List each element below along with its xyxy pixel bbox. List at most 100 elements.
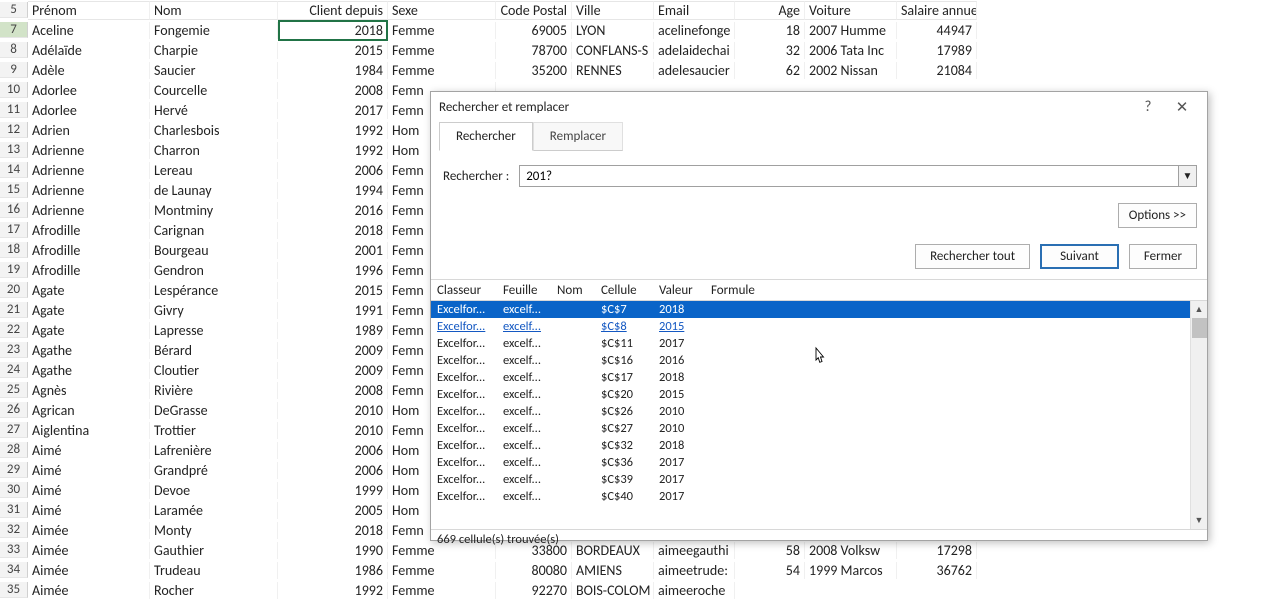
cell[interactable]: Hervé: [150, 102, 278, 119]
find-next-button[interactable]: Suivant: [1040, 244, 1119, 269]
cell[interactable]: Adrienne: [28, 162, 150, 179]
cell[interactable]: 69005: [496, 22, 572, 39]
cell[interactable]: Aiglentina: [28, 422, 150, 439]
row-header[interactable]: 12: [0, 122, 28, 138]
cell[interactable]: 1999 Marcos: [805, 562, 897, 579]
cell[interactable]: 2001: [278, 242, 388, 259]
column-header[interactable]: Salaire annuel: [897, 1, 977, 20]
cell[interactable]: Agate: [28, 302, 150, 319]
results-list[interactable]: Excelfor...excelf...$C$72018Excelfor...e…: [431, 301, 1207, 529]
cell[interactable]: Monty: [150, 522, 278, 539]
row-header[interactable]: 14: [0, 162, 28, 178]
cell[interactable]: Bérard: [150, 342, 278, 359]
cell[interactable]: 1996: [278, 262, 388, 279]
row-header[interactable]: 16: [0, 202, 28, 218]
cell[interactable]: Aimée: [28, 562, 150, 579]
cell[interactable]: 2006: [278, 442, 388, 459]
cell[interactable]: 92270: [496, 582, 572, 599]
cell[interactable]: 18: [735, 22, 805, 39]
cell[interactable]: Afrodille: [28, 222, 150, 239]
cell[interactable]: 2007 Humme: [805, 22, 897, 39]
cell[interactable]: 2006: [278, 162, 388, 179]
result-row[interactable]: Excelfor...excelf...$C$262010: [431, 403, 1207, 420]
cell[interactable]: Aceline: [28, 22, 150, 39]
cell[interactable]: 2015: [278, 42, 388, 59]
cell[interactable]: 2002 Nissan: [805, 62, 897, 79]
cell[interactable]: 35200: [496, 62, 572, 79]
col-feuille[interactable]: Feuille: [497, 283, 551, 298]
cell[interactable]: 2017: [278, 102, 388, 119]
cell[interactable]: 2018: [278, 222, 388, 239]
scroll-down-icon[interactable]: ▼: [1191, 512, 1207, 529]
row-header[interactable]: 17: [0, 222, 28, 238]
row-header[interactable]: 32: [0, 522, 28, 538]
cell[interactable]: Femme: [388, 582, 496, 599]
result-row[interactable]: Excelfor...excelf...$C$362017: [431, 454, 1207, 471]
tab-search[interactable]: Rechercher: [439, 122, 533, 151]
col-formule[interactable]: Formule: [705, 283, 775, 298]
cell[interactable]: Rocher: [150, 582, 278, 599]
cell[interactable]: 32: [735, 42, 805, 59]
cell[interactable]: BOIS-COLOM: [572, 582, 654, 599]
row-header[interactable]: 18: [0, 242, 28, 258]
cell[interactable]: Courcelle: [150, 82, 278, 99]
cell[interactable]: Carignan: [150, 222, 278, 239]
row-header[interactable]: 24: [0, 362, 28, 378]
column-header[interactable]: Nom: [150, 1, 278, 20]
cell[interactable]: adelaidechai: [654, 42, 735, 59]
cell[interactable]: 44947: [897, 22, 977, 39]
column-header[interactable]: Prénom: [28, 1, 150, 20]
row-header[interactable]: 23: [0, 342, 28, 358]
column-header[interactable]: Code Postal: [496, 1, 572, 20]
cell[interactable]: Lespérance: [150, 282, 278, 299]
row-header[interactable]: 27: [0, 422, 28, 438]
row-header[interactable]: 31: [0, 502, 28, 518]
column-header[interactable]: Voiture: [805, 1, 897, 20]
result-row[interactable]: Excelfor...excelf...$C$322018: [431, 437, 1207, 454]
cell[interactable]: Aimé: [28, 502, 150, 519]
col-nom[interactable]: Nom: [551, 283, 595, 298]
cell[interactable]: Agathe: [28, 342, 150, 359]
cell[interactable]: RENNES: [572, 62, 654, 79]
cell[interactable]: Aimé: [28, 442, 150, 459]
cell[interactable]: Adrien: [28, 122, 150, 139]
row-header[interactable]: 29: [0, 462, 28, 478]
cell[interactable]: CONFLANS-S: [572, 42, 654, 59]
row-header[interactable]: 34: [0, 562, 28, 578]
cell[interactable]: 2018: [278, 522, 388, 539]
cell[interactable]: Agnès: [28, 382, 150, 399]
cell[interactable]: adelesaucier: [654, 62, 735, 79]
column-header[interactable]: Sexe: [388, 1, 496, 20]
cell[interactable]: Afrodille: [28, 242, 150, 259]
find-all-button[interactable]: Rechercher tout: [915, 244, 1030, 269]
row-header[interactable]: 19: [0, 262, 28, 278]
cell[interactable]: Fongemie: [150, 22, 278, 39]
cell[interactable]: 80080: [496, 562, 572, 579]
result-row[interactable]: Excelfor...excelf...$C$72018: [431, 301, 1207, 318]
cell[interactable]: Charron: [150, 142, 278, 159]
cell[interactable]: 1991: [278, 302, 388, 319]
cell[interactable]: Trottier: [150, 422, 278, 439]
cell[interactable]: 1992: [278, 582, 388, 599]
help-icon[interactable]: ?: [1131, 98, 1165, 116]
cell[interactable]: 1999: [278, 482, 388, 499]
cell[interactable]: 1986: [278, 562, 388, 579]
cell[interactable]: 2015: [278, 282, 388, 299]
cell[interactable]: Adèle: [28, 62, 150, 79]
row-header[interactable]: 26: [0, 402, 28, 418]
cell[interactable]: 21084: [897, 62, 977, 79]
cell[interactable]: Femme: [388, 22, 496, 39]
cell[interactable]: Gauthier: [150, 542, 278, 559]
cell[interactable]: 1994: [278, 182, 388, 199]
result-row[interactable]: Excelfor...excelf...$C$82015: [431, 318, 1207, 335]
options-button[interactable]: Options >>: [1118, 203, 1197, 228]
cell[interactable]: 2016: [278, 202, 388, 219]
cell[interactable]: Adélaïde: [28, 42, 150, 59]
cell[interactable]: 1992: [278, 142, 388, 159]
cell[interactable]: Devoe: [150, 482, 278, 499]
cell[interactable]: Femme: [388, 562, 496, 579]
cell[interactable]: Givry: [150, 302, 278, 319]
col-classeur[interactable]: Classeur: [431, 283, 497, 298]
cell[interactable]: 1992: [278, 122, 388, 139]
cell[interactable]: Cloutier: [150, 362, 278, 379]
